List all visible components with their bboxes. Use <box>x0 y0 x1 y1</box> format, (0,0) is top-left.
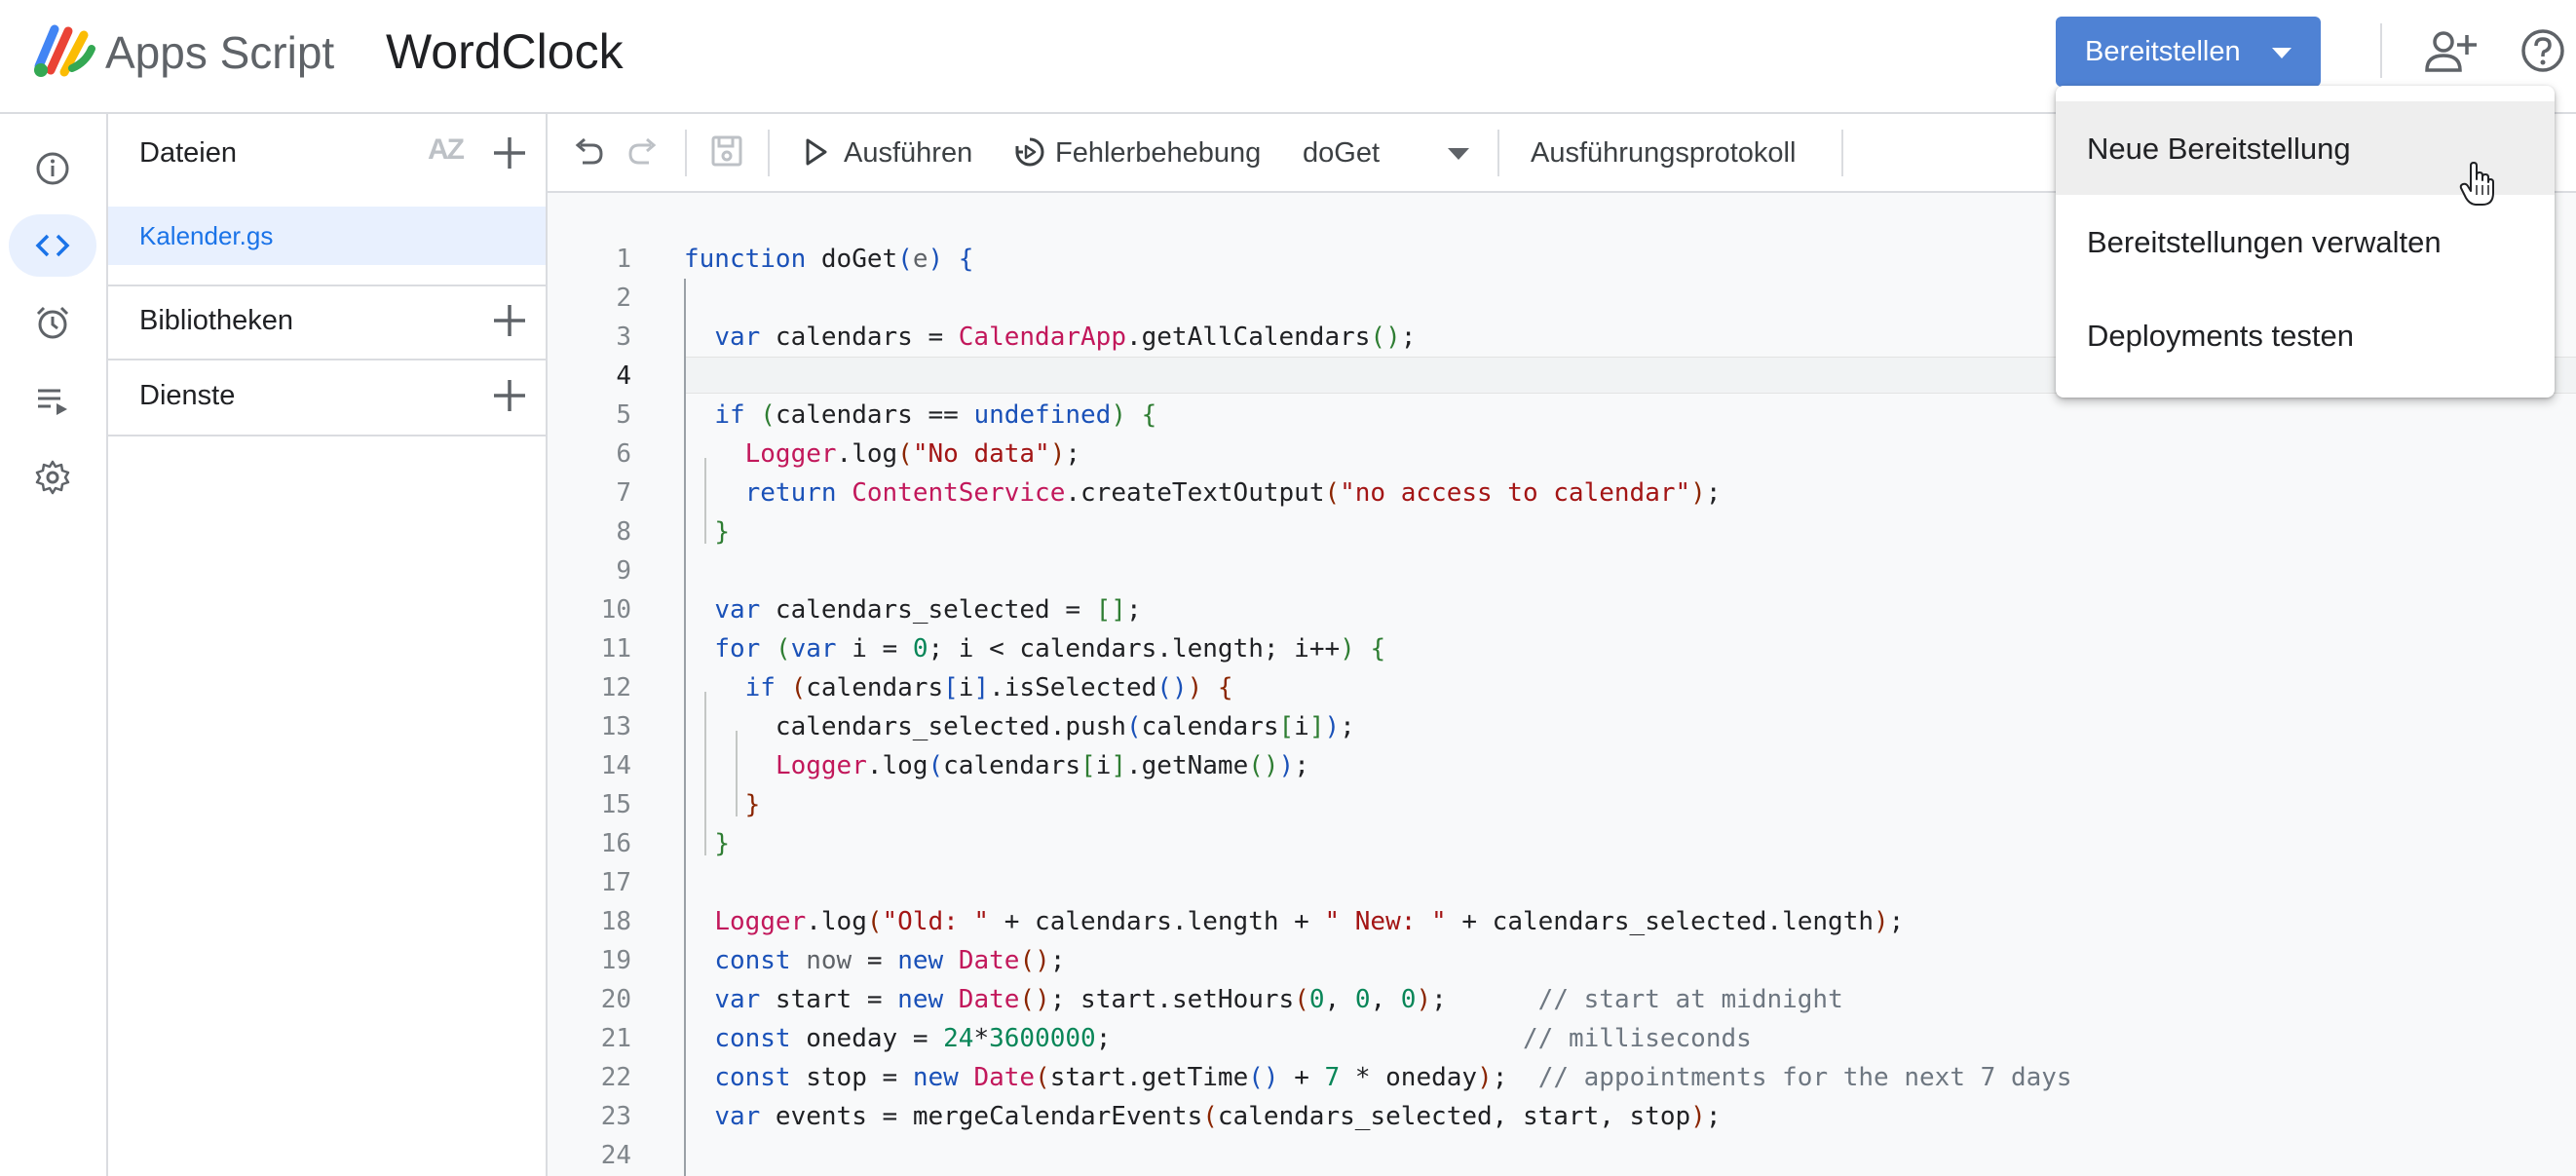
debug-button[interactable]: Fehlerbehebung <box>1055 135 1261 171</box>
line-number: 5 <box>616 400 631 430</box>
code-line: 21 const oneday = 24*3600000; // millise… <box>548 1019 2576 1058</box>
left-nav-rail <box>0 114 108 1176</box>
gear-icon <box>35 460 70 495</box>
line-number: 2 <box>616 284 631 313</box>
sort-az-icon[interactable]: AZ <box>428 133 465 167</box>
line-number: 18 <box>600 907 631 936</box>
file-item-kalender[interactable]: Kalender.gs <box>108 207 546 265</box>
line-number: 13 <box>600 712 631 741</box>
divider <box>108 285 546 286</box>
line-number: 17 <box>600 868 631 897</box>
line-number: 23 <box>600 1102 631 1131</box>
code-line: 7 return ContentService.createTextOutput… <box>548 474 2576 544</box>
line-number: 15 <box>600 790 631 819</box>
libraries-title: Bibliotheken <box>139 305 293 336</box>
execution-log-button[interactable]: Ausführungsprotokoll <box>1531 135 1796 171</box>
code-line: 13 calendars_selected.push(calendars[i])… <box>548 707 2576 778</box>
editor-button[interactable] <box>9 214 96 277</box>
apps-script-logo[interactable] <box>29 21 95 80</box>
code-icon <box>35 234 70 257</box>
code-line: 16 } <box>548 824 2576 863</box>
line-number: 6 <box>616 439 631 469</box>
line-number: 10 <box>600 595 631 625</box>
line-number: 16 <box>600 829 631 858</box>
line-number: 20 <box>600 985 631 1014</box>
toolbar-divider <box>685 130 687 176</box>
code-line: 22 const stop = new Date(start.getTime()… <box>548 1058 2576 1097</box>
add-library-icon[interactable] <box>490 301 529 340</box>
run-button[interactable]: Ausführen <box>844 135 972 171</box>
line-number: 4 <box>616 361 631 391</box>
line-number: 24 <box>600 1141 631 1170</box>
code-line: 11 for (var i = 0; i < calendars.length;… <box>548 629 2576 668</box>
line-number: 19 <box>600 946 631 975</box>
header-divider <box>2380 23 2382 78</box>
line-number: 3 <box>616 322 631 352</box>
menu-item-label: Deployments testen <box>2087 319 2354 353</box>
files-title: Dateien <box>139 137 237 169</box>
file-name: Kalender.gs <box>139 221 274 250</box>
code-line: 14 Logger.log(calendars[i].getName()); <box>548 746 2576 816</box>
settings-button[interactable] <box>9 446 96 509</box>
redo-icon[interactable] <box>625 133 661 169</box>
menu-item-test-deployments[interactable]: Deployments testen <box>2056 288 2555 382</box>
executions-button[interactable] <box>9 369 96 432</box>
code-line: 15 } <box>548 785 2576 855</box>
code-line: 19 const now = new Date(); <box>548 941 2576 980</box>
add-person-icon[interactable] <box>2424 25 2479 78</box>
deploy-button[interactable]: Bereitstellen <box>2056 17 2321 87</box>
deploy-button-label: Bereitstellen <box>2085 36 2241 67</box>
overview-button[interactable] <box>9 137 96 200</box>
toolbar-divider <box>1497 130 1499 176</box>
code-line: 18 Logger.log("Old: " + calendars.length… <box>548 902 2576 941</box>
play-icon[interactable] <box>804 137 829 167</box>
executions-icon <box>38 389 67 415</box>
line-number: 14 <box>600 751 631 780</box>
files-panel: Dateien AZ Kalender.gs Bibliotheken Dien… <box>108 114 548 1176</box>
toolbar-divider <box>768 130 770 176</box>
menu-item-label: Bereitstellungen verwalten <box>2087 225 2442 259</box>
code-line: 12 if (calendars[i].isSelected()) { <box>548 668 2576 739</box>
code-line: 10 var calendars_selected = []; <box>548 590 2576 629</box>
code-line: 9 <box>548 551 2576 590</box>
line-number: 1 <box>616 245 631 274</box>
code-line: 24 <box>548 1136 2576 1175</box>
menu-item-label: Neue Bereitstellung <box>2087 132 2351 166</box>
divider <box>108 435 546 436</box>
info-icon <box>36 152 69 185</box>
help-icon[interactable] <box>2519 27 2566 74</box>
save-icon[interactable] <box>709 133 744 169</box>
code-line: 8 } <box>548 512 2576 551</box>
line-number: 12 <box>600 673 631 702</box>
function-select[interactable]: doGet <box>1303 135 1380 171</box>
code-line: 5 if (calendars == undefined) { <box>548 396 2576 435</box>
add-file-icon[interactable] <box>490 133 529 172</box>
add-service-icon[interactable] <box>490 376 529 415</box>
toolbar-divider <box>1841 130 1843 176</box>
menu-item-manage-deployments[interactable]: Bereitstellungen verwalten <box>2056 195 2555 288</box>
chevron-down-icon[interactable] <box>1448 148 1469 160</box>
line-number: 22 <box>600 1063 631 1092</box>
line-number: 8 <box>616 517 631 547</box>
divider <box>108 359 546 360</box>
line-number: 7 <box>616 478 631 508</box>
code-line: 17 <box>548 863 2576 902</box>
alarm-icon <box>36 306 69 339</box>
dropdown-arrow-icon[interactable] <box>2272 48 2292 58</box>
deploy-menu: Neue Bereitstellung Bereitstellungen ver… <box>2056 86 2555 398</box>
hand-cursor-icon <box>2459 162 2494 206</box>
services-title: Dienste <box>139 380 236 411</box>
line-number: 11 <box>600 634 631 664</box>
code-line: 20 var start = new Date(); start.setHour… <box>548 980 2576 1019</box>
triggers-button[interactable] <box>9 291 96 354</box>
project-title[interactable]: WordClock <box>386 23 624 80</box>
code-line: 6 Logger.log("No data"); <box>548 435 2576 505</box>
code-line: 23 var events = mergeCalendarEvents(cale… <box>548 1097 2576 1136</box>
debug-icon[interactable] <box>1013 135 1046 169</box>
app-name[interactable]: Apps Script <box>105 25 334 80</box>
undo-icon[interactable] <box>571 133 606 169</box>
line-number: 21 <box>600 1024 631 1053</box>
line-number: 9 <box>616 556 631 586</box>
